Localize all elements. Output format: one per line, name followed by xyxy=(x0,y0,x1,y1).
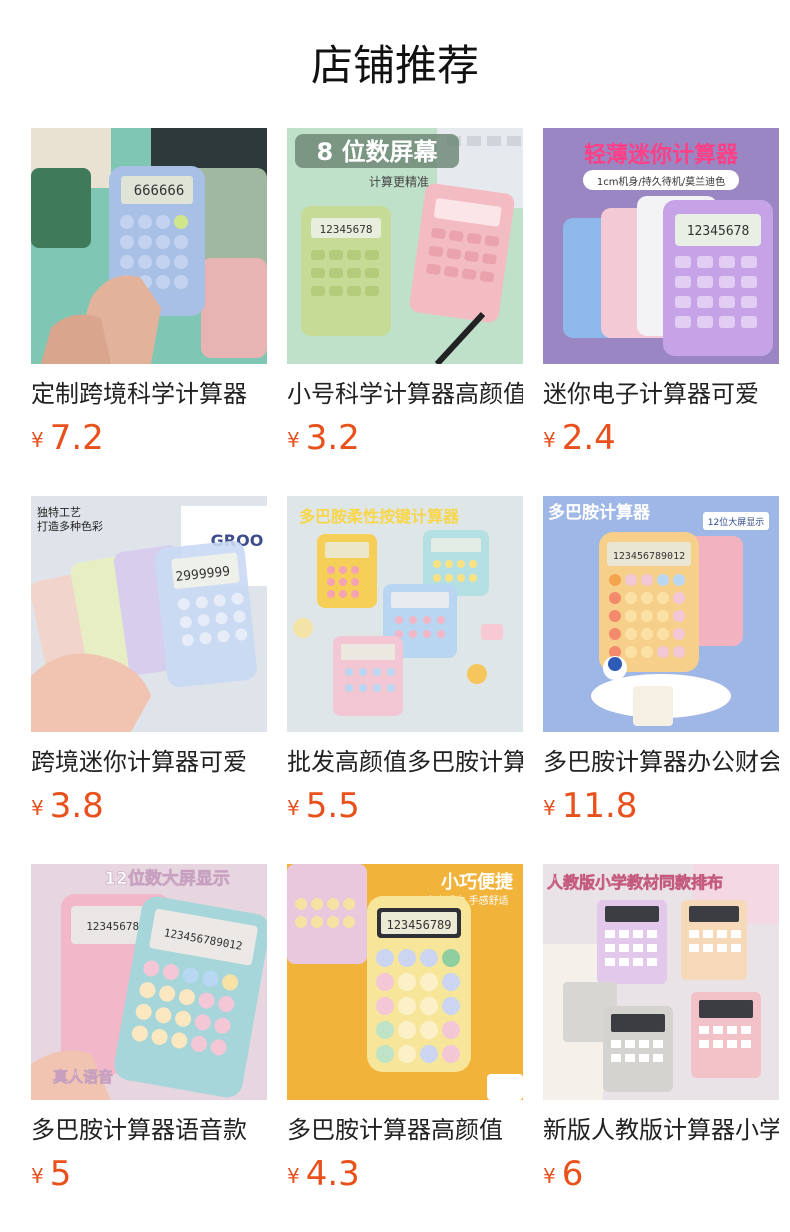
product-image[interactable]: 12345678 8 位数屏幕 计算更精准 xyxy=(287,128,523,364)
image-headline: 独特工艺 xyxy=(37,505,81,519)
product-title[interactable]: 跨境迷你计算器可爱 xyxy=(31,746,267,778)
product-card[interactable]: GROO 独特工艺 打造多种色彩 2999999 跨境迷你计算器可爱 ¥ 3.8 xyxy=(31,496,267,828)
image-headline: 多巴胺柔性按键计算器 xyxy=(299,507,460,526)
product-image[interactable]: 轻薄迷你计算器 1cm机身/持久待机/莫兰迪色 12345678 xyxy=(543,128,779,364)
image-subtext: 真人语音 xyxy=(53,1068,113,1086)
price-amount: 5 xyxy=(49,1154,72,1194)
image-subtext: 打造多种色彩 xyxy=(37,519,103,533)
product-card[interactable]: 小巧便捷 大小适中 手感舒适 123456789 多巴胺计算器高颜值 ¥4.3 xyxy=(287,864,523,1196)
product-card[interactable]: 多巴胺柔性按键计算器 批发高颜值多巴胺计算器 ¥5.5 xyxy=(287,496,523,828)
currency-symbol: ¥ xyxy=(31,428,44,452)
svg-text:123456789: 123456789 xyxy=(86,920,146,933)
product-image[interactable]: 多巴胺柔性按键计算器 xyxy=(287,496,523,732)
product-price: ¥5 xyxy=(31,1152,267,1196)
image-headline: 12位数大屏显示 xyxy=(104,868,230,889)
product-title[interactable]: 多巴胺计算器语音款 xyxy=(31,1114,267,1146)
svg-text:12345678: 12345678 xyxy=(320,223,373,236)
product-title[interactable]: 多巴胺计算器办公财会 xyxy=(543,746,779,778)
product-image[interactable]: 多巴胺计算器 12位大屏显示 123456789012 xyxy=(543,496,779,732)
price-amount: 4.3 xyxy=(305,1154,360,1194)
price-amount: 7.2 xyxy=(49,418,104,458)
product-card[interactable]: 666666 定制跨境科学计算器 ¥7.2 xyxy=(31,128,267,460)
product-price: ¥3.2 xyxy=(287,416,523,460)
image-headline: 多巴胺计算器 xyxy=(548,502,651,523)
image-subtext: 1cm机身/持久待机/莫兰迪色 xyxy=(597,175,725,188)
product-title[interactable]: 小号科学计算器高颜值 xyxy=(287,378,523,410)
product-title[interactable]: 新版人教版计算器小学 xyxy=(543,1114,779,1146)
product-card[interactable]: 12位数大屏显示 123456789 123456789012 真人语音 多巴胺… xyxy=(31,864,267,1196)
currency-symbol: ¥ xyxy=(31,796,44,820)
image-subtext: 计算更精准 xyxy=(369,174,429,189)
product-card[interactable]: 多巴胺计算器 12位大屏显示 123456789012 多巴胺计算器办公财会 ¥… xyxy=(543,496,779,828)
product-title[interactable]: 迷你电子计算器可爱 xyxy=(543,378,779,410)
image-headline: 轻薄迷你计算器 xyxy=(584,142,739,168)
product-card[interactable]: 轻薄迷你计算器 1cm机身/持久待机/莫兰迪色 12345678 迷你电子计算器… xyxy=(543,128,779,460)
currency-symbol: ¥ xyxy=(543,1164,556,1188)
product-price: ¥5.5 xyxy=(287,784,523,828)
image-headline: 人教版小学教材同款排布 xyxy=(547,873,723,892)
product-title[interactable]: 多巴胺计算器高颜值 xyxy=(287,1114,523,1146)
image-badge-text: 8 位数屏幕 xyxy=(316,138,438,166)
svg-text:666666: 666666 xyxy=(134,183,185,199)
product-price: ¥7.2 xyxy=(31,416,267,460)
price-amount: 3.8 xyxy=(49,786,104,826)
price-amount: 6 xyxy=(561,1154,584,1194)
svg-text:123456789012: 123456789012 xyxy=(613,551,685,562)
price-amount: 3.2 xyxy=(305,418,360,458)
product-image[interactable]: 12位数大屏显示 123456789 123456789012 真人语音 xyxy=(31,864,267,1100)
product-price: ¥3.8 xyxy=(31,784,267,828)
currency-symbol: ¥ xyxy=(31,1164,44,1188)
product-image[interactable]: 666666 xyxy=(31,128,267,364)
product-image[interactable]: 小巧便捷 大小适中 手感舒适 123456789 xyxy=(287,864,523,1100)
price-amount: 2.4 xyxy=(561,418,616,458)
currency-symbol: ¥ xyxy=(287,796,300,820)
product-image[interactable]: GROO 独特工艺 打造多种色彩 2999999 xyxy=(31,496,267,732)
product-image[interactable]: 人教版小学教材同款排布 xyxy=(543,864,779,1100)
currency-symbol: ¥ xyxy=(543,796,556,820)
page-title: 店铺推荐 xyxy=(310,41,479,90)
price-amount: 5.5 xyxy=(305,786,360,826)
svg-text:12345678: 12345678 xyxy=(687,224,750,239)
product-card[interactable]: 12345678 8 位数屏幕 计算更精准 小号科学计算器高颜值 ¥ 3.2 xyxy=(287,128,523,460)
product-price: ¥6 xyxy=(543,1152,779,1196)
product-price: ¥11.8 xyxy=(543,784,779,828)
image-subtext: 12位大屏显示 xyxy=(708,516,764,528)
currency-symbol: ¥ xyxy=(287,428,300,452)
svg-text:123456789: 123456789 xyxy=(386,918,451,932)
image-headline: 小巧便捷 xyxy=(441,871,514,893)
currency-symbol: ¥ xyxy=(543,428,556,452)
currency-symbol: ¥ xyxy=(287,1164,300,1188)
product-price: ¥2.4 xyxy=(543,416,779,460)
price-amount: 11.8 xyxy=(561,786,638,826)
product-title[interactable]: 定制跨境科学计算器 xyxy=(31,378,267,410)
product-price: ¥4.3 xyxy=(287,1152,523,1196)
product-title[interactable]: 批发高颜值多巴胺计算器 xyxy=(287,746,523,778)
product-card[interactable]: 人教版小学教材同款排布 新版人教版计算器小学 ¥6 xyxy=(543,864,779,1196)
